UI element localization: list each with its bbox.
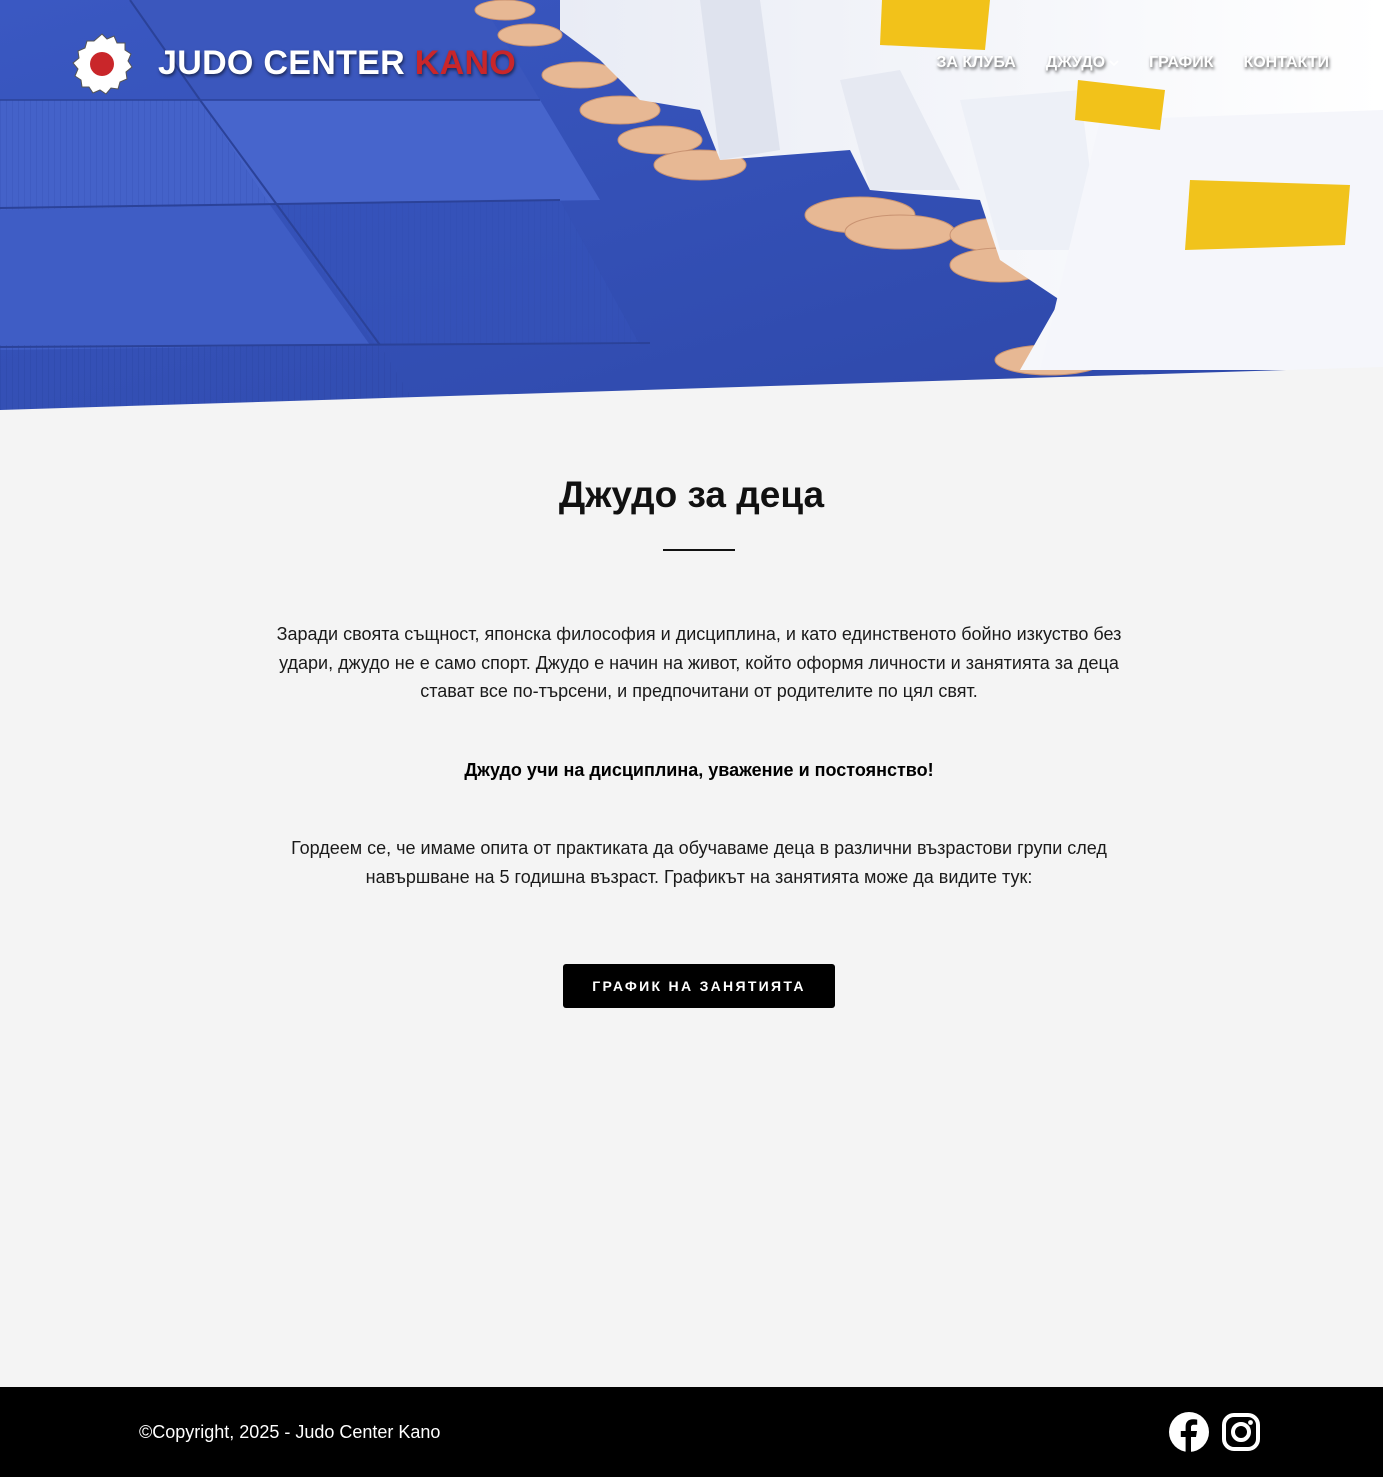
chevron-down-icon xyxy=(1109,60,1119,67)
nav-item-contacts[interactable]: КОНТАКТИ xyxy=(1243,54,1329,72)
nav-label: ГРАФИК xyxy=(1149,54,1214,71)
brand-main: JUDO CENTER xyxy=(158,44,405,82)
instagram-icon[interactable] xyxy=(1221,1412,1261,1452)
brand-name[interactable]: JUDO CENTER KANO xyxy=(158,44,516,83)
nav-item-schedule[interactable]: ГРАФИК xyxy=(1149,54,1213,72)
nav-label: ЗА КЛУБА xyxy=(936,54,1016,71)
intro-paragraph: Заради своята същност, японска философия… xyxy=(276,624,1122,701)
main-nav: ЗА КЛУБА ДЖУДО ГРАФИК КОНТАКТИ xyxy=(936,54,1329,72)
nav-item-judo[interactable]: ДЖУДО xyxy=(1046,54,1119,72)
facebook-icon[interactable] xyxy=(1169,1412,1209,1452)
brand-accent: KANO xyxy=(414,44,517,82)
motto-paragraph: Джудо учи на дисциплина, уважение и пост… xyxy=(464,760,934,780)
nav-label: ДЖУДО xyxy=(1045,54,1106,71)
title-divider xyxy=(663,549,735,551)
site-header: JUDO CENTER KANO ЗА КЛУБА ДЖУДО ГРАФИК К… xyxy=(0,0,1383,130)
nav-label: КОНТАКТИ xyxy=(1243,54,1329,71)
schedule-button[interactable]: ГРАФИК НА ЗАНЯТИЯТА xyxy=(563,964,835,1008)
page-title: Джудо за деца xyxy=(558,474,825,515)
logo-icon[interactable] xyxy=(70,32,134,96)
copyright-text: ©Copyright, 2025 - Judo Center Kano xyxy=(139,1422,441,1442)
experience-paragraph: Гордеем се, че имаме опита от практиката… xyxy=(291,838,1107,887)
nav-item-about[interactable]: ЗА КЛУБА xyxy=(936,54,1015,72)
site-footer: ©Copyright, 2025 - Judo Center Kano xyxy=(0,1387,1383,1477)
